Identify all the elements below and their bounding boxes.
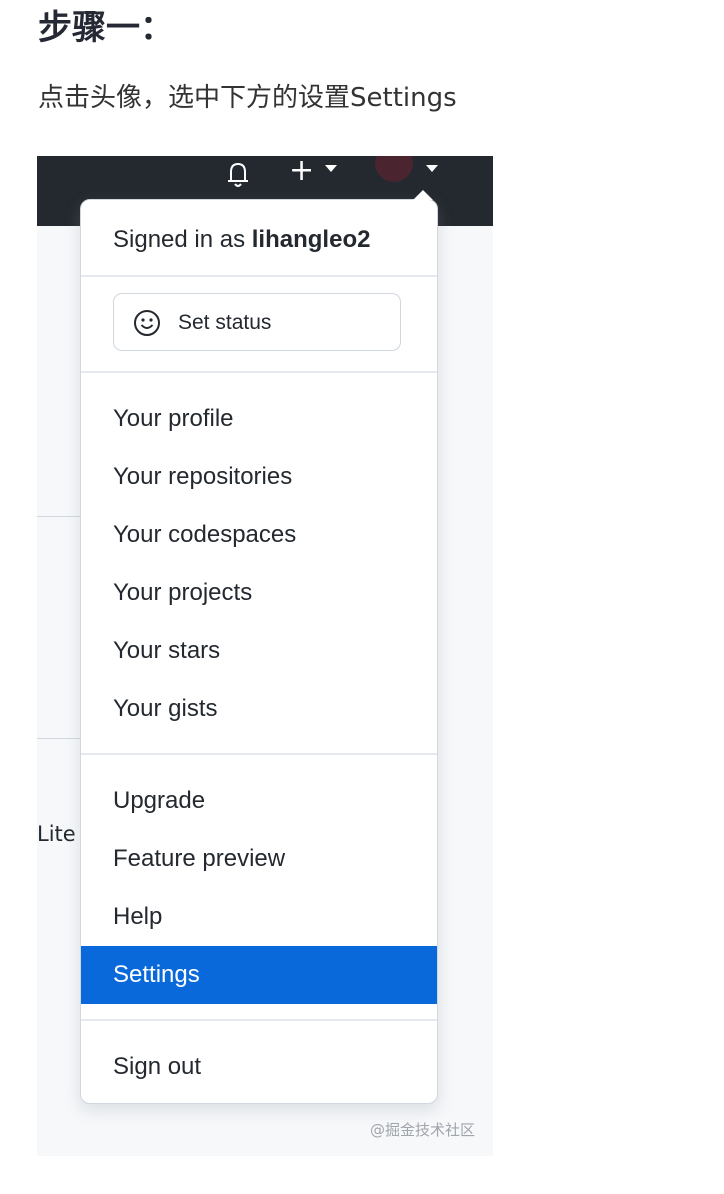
github-screenshot: + Lite Signed in as lihangleo2 Set statu… [37,156,493,1156]
bell-icon[interactable] [223,160,253,194]
set-status-label: Set status [178,311,272,334]
divider [81,1019,437,1021]
caret-down-icon[interactable] [426,165,438,172]
menu-item-your-repositories[interactable]: Your repositories [81,448,437,506]
set-status-button[interactable]: Set status [113,293,401,351]
menu-item-sign-out[interactable]: Sign out [81,1038,437,1096]
plus-icon[interactable]: + [289,156,314,186]
smiley-icon [132,308,162,342]
menu-item-your-gists[interactable]: Your gists [81,680,437,738]
menu-item-your-codespaces[interactable]: Your codespaces [81,506,437,564]
avatar[interactable] [375,156,413,182]
username: lihangleo2 [251,226,371,253]
step-instruction: 点击头像，选中下方的设置Settings [38,83,457,113]
menu-item-settings[interactable]: Settings [81,946,437,1004]
signed-in-label: Signed in as lihangleo2 [113,224,370,256]
menu-item-upgrade[interactable]: Upgrade [81,772,437,830]
menu-item-your-profile[interactable]: Your profile [81,390,437,448]
caret-down-icon[interactable] [325,165,337,172]
signed-in-prefix: Signed in as [113,226,246,253]
background-text: Lite [37,822,76,846]
step-heading: 步骤一： [38,8,174,48]
divider [81,275,437,277]
menu-pointer [413,190,433,200]
divider [37,738,81,739]
divider [81,371,437,373]
menu-item-your-stars[interactable]: Your stars [81,622,437,680]
menu-item-your-projects[interactable]: Your projects [81,564,437,622]
divider [37,516,81,517]
menu-item-feature-preview[interactable]: Feature preview [81,830,437,888]
watermark: @掘金技术社区 [369,1121,475,1139]
divider [81,753,437,755]
user-dropdown-menu: Signed in as lihangleo2 Set status Your … [80,190,438,1104]
menu-item-help[interactable]: Help [81,888,437,946]
